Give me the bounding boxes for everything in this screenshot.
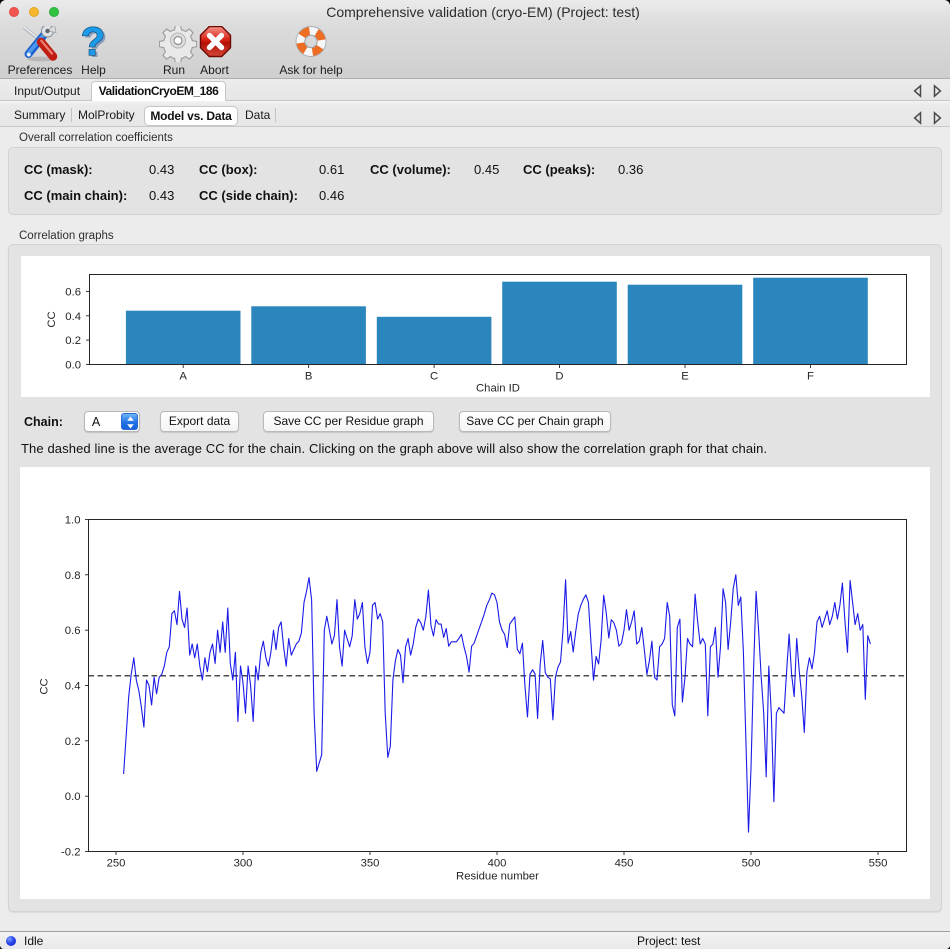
svg-text:E: E xyxy=(681,371,689,383)
svg-text:Residue number: Residue number xyxy=(456,871,539,883)
svg-text:C: C xyxy=(430,371,438,383)
svg-text:0.6: 0.6 xyxy=(65,625,81,637)
svg-text:0.2: 0.2 xyxy=(65,736,81,748)
svg-text:A: A xyxy=(179,371,187,383)
svg-text:Chain ID: Chain ID xyxy=(476,383,520,395)
svg-text:0.0: 0.0 xyxy=(65,791,81,803)
svg-text:CC: CC xyxy=(38,678,50,694)
svg-text:D: D xyxy=(555,371,563,383)
svg-text:500: 500 xyxy=(742,858,761,870)
svg-text:?: ? xyxy=(81,26,105,62)
svg-text:0.2: 0.2 xyxy=(65,335,81,347)
svg-text:0.8: 0.8 xyxy=(65,570,81,582)
svg-text:0.6: 0.6 xyxy=(65,286,81,298)
svg-text:F: F xyxy=(807,371,814,383)
svg-text:0.0: 0.0 xyxy=(65,360,81,372)
svg-text:0.4: 0.4 xyxy=(65,311,81,323)
svg-text:-0.2: -0.2 xyxy=(61,847,80,859)
svg-text:250: 250 xyxy=(107,858,126,870)
svg-text:300: 300 xyxy=(234,858,253,870)
svg-text:400: 400 xyxy=(488,858,507,870)
svg-text:450: 450 xyxy=(615,858,634,870)
svg-text:1.0: 1.0 xyxy=(65,515,81,527)
svg-text:0.4: 0.4 xyxy=(65,681,81,693)
svg-text:B: B xyxy=(305,371,313,383)
svg-text:CC: CC xyxy=(46,311,58,327)
svg-text:350: 350 xyxy=(361,858,380,870)
svg-text:550: 550 xyxy=(869,858,888,870)
